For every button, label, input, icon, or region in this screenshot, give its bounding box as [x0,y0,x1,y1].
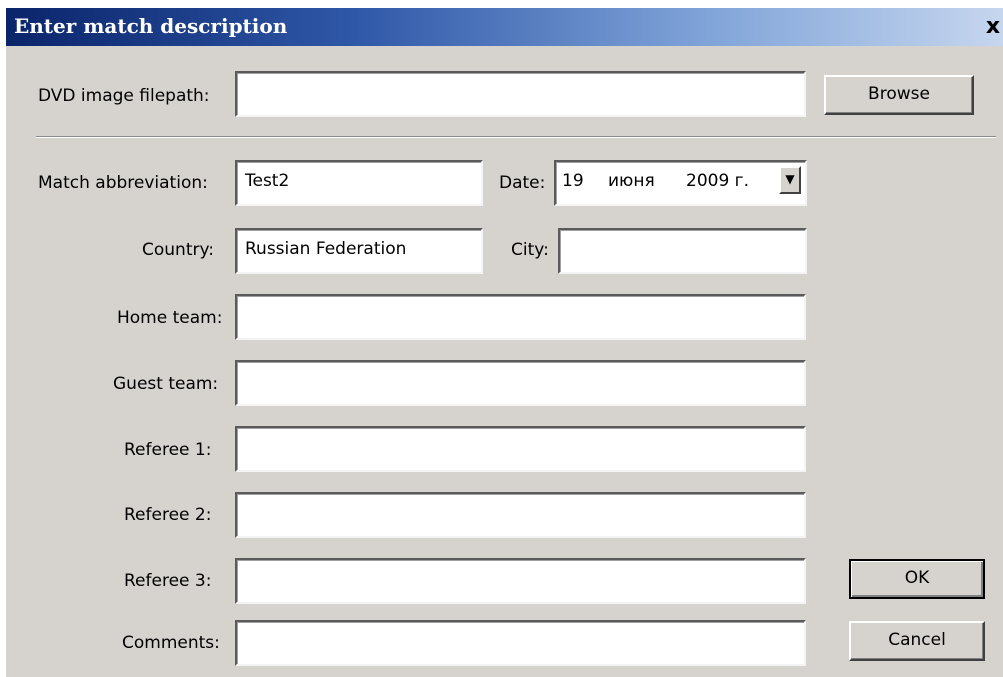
country-field[interactable]: Russian Federation [235,228,483,274]
separator [36,136,996,138]
referee-2-field[interactable] [235,492,806,538]
referee-2-label: Referee 2: [124,505,212,525]
ok-button[interactable]: OK [849,559,985,599]
home-team-label: Home team: [117,308,223,328]
guest-team-label: Guest team: [113,374,219,394]
country-label: Country: [142,240,215,260]
referee-3-label: Referee 3: [124,571,212,591]
guest-team-field[interactable] [235,360,806,406]
comments-field[interactable] [235,620,806,666]
dvd-filepath-label: DVD image filepath: [38,86,210,106]
date-picker[interactable]: 19 июня 2009 г. ▼ [554,160,807,206]
referee-1-field[interactable] [235,426,806,472]
date-month[interactable]: июня [608,162,655,200]
cancel-button[interactable]: Cancel [849,621,985,661]
title-bar[interactable]: Enter match description x [6,8,1003,46]
date-year[interactable]: 2009 г. [686,162,749,200]
chevron-down-icon[interactable]: ▼ [779,166,801,194]
match-description-dialog: Enter match description x DVD image file… [6,8,1003,677]
referee-3-field[interactable] [235,558,806,604]
match-abbreviation-label: Match abbreviation: [38,173,208,193]
date-label: Date: [499,173,546,193]
referee-1-label: Referee 1: [124,440,212,460]
city-label: City: [511,240,549,260]
home-team-field[interactable] [235,294,806,340]
dvd-filepath-field[interactable] [235,71,806,117]
match-abbreviation-field[interactable]: Test2 [235,160,483,206]
close-icon[interactable]: x [983,14,1003,40]
date-day[interactable]: 19 [562,162,584,200]
city-field[interactable] [558,228,807,274]
window-title: Enter match description [14,14,288,38]
browse-button[interactable]: Browse [824,75,974,115]
comments-label: Comments: [122,633,220,653]
